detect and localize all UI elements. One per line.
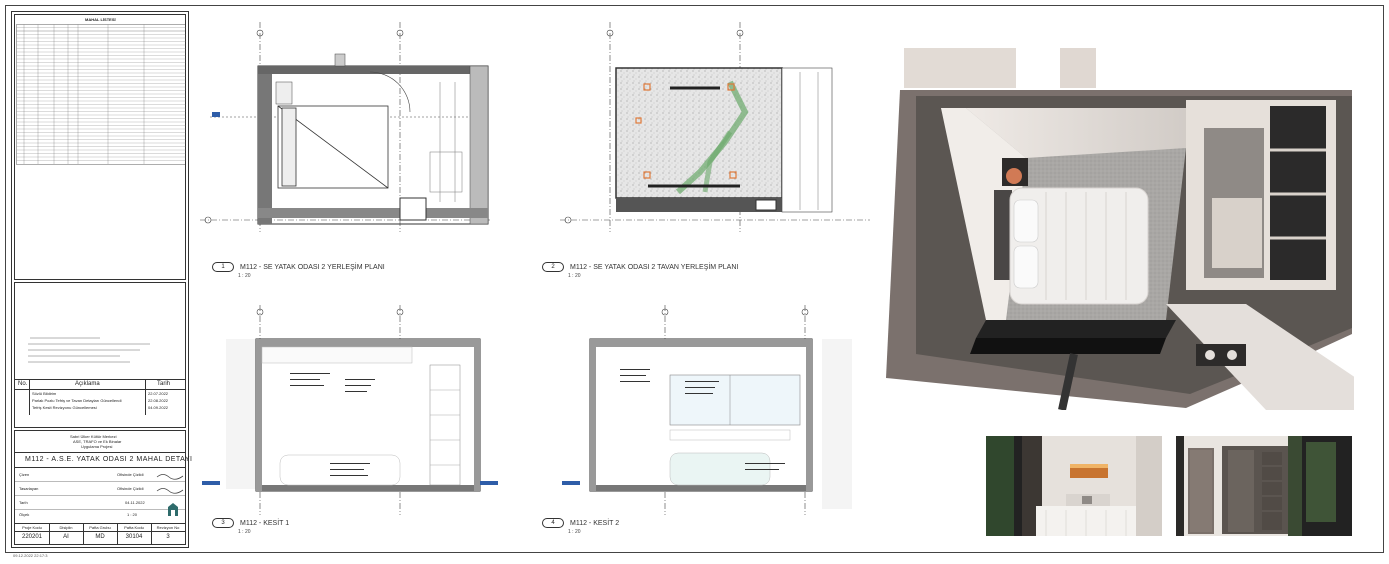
view-title-3: 3 M112 - KESİT 1 bbox=[212, 518, 289, 528]
view-title-1: 1 M112 - SE YATAK ODASI 2 YERLEŞİM PLANI bbox=[212, 262, 385, 272]
bedroom-render-bed bbox=[986, 436, 1162, 536]
discipline-header: Disiplin bbox=[59, 525, 73, 530]
signature-scribble bbox=[156, 474, 184, 480]
sheet-title: M112 - A.S.E. YATAK ODASI 2 MAHAL DETAYI bbox=[25, 456, 193, 463]
drawn-by-value: Ofisinde Çizildi bbox=[117, 472, 144, 477]
revision-row: Tefriş Kesit Revizyonu Güncellemesi 04.0… bbox=[32, 405, 169, 410]
discipline-value: AI bbox=[63, 534, 69, 540]
general-notes bbox=[28, 337, 150, 363]
project-line: Uygulama Projesi bbox=[81, 444, 113, 449]
view-name: M112 - SE YATAK ODASI 2 YERLEŞİM PLANI bbox=[240, 263, 385, 271]
designed-by-value: Ofisinde Çizildi bbox=[117, 486, 144, 491]
sheet-group-value: MD bbox=[95, 534, 105, 540]
schedule-table bbox=[16, 24, 186, 165]
view-scale: 1 : 20 bbox=[568, 273, 581, 279]
section-2-drawing bbox=[562, 305, 852, 515]
date-value: 04.11.2022 bbox=[125, 500, 145, 505]
view-number: 4 bbox=[542, 518, 564, 528]
sheet-footer: Proje Kodu Disiplin Pafta Grubu Pafta Ko… bbox=[15, 523, 185, 544]
view-name: M112 - KESİT 2 bbox=[570, 519, 620, 527]
revision-row: Parlak Pozlu Tefriş ve Tavan Detayları G… bbox=[32, 398, 169, 403]
lamp-icon bbox=[1006, 168, 1022, 184]
view-number: 1 bbox=[212, 262, 234, 272]
view-title-2: 2 M112 - SE YATAK ODASI 2 TAVAN YERLEŞİM… bbox=[542, 262, 738, 272]
signature-scribble bbox=[156, 488, 184, 494]
view-number: 2 bbox=[542, 262, 564, 272]
view-scale: 1 : 20 bbox=[568, 529, 581, 535]
view-title-4: 4 M112 - KESİT 2 bbox=[542, 518, 619, 528]
project-info: Sabri Ülker Kültür Merkezi ASE, TRAFO ve… bbox=[14, 430, 192, 545]
view-number: 3 bbox=[212, 518, 234, 528]
schedule-title: MAHAL LİSTESİ bbox=[85, 17, 116, 22]
revision-row: Sözlü Bildirim 22.07.2022 bbox=[32, 391, 169, 396]
floor-plan-drawing bbox=[200, 22, 490, 232]
designed-by-label: Tasarlayan bbox=[19, 486, 39, 491]
notes-col-date: Tarih bbox=[157, 381, 171, 387]
date-label: Tarih bbox=[19, 500, 28, 505]
drawn-by-label: Çizen bbox=[19, 472, 30, 477]
sheet-group-header: Pafta Grubu bbox=[89, 525, 111, 530]
project-code-header: Proje Kodu bbox=[22, 525, 42, 530]
revision-no-header: Revizyon No bbox=[156, 525, 180, 530]
view-name: M112 - KESİT 1 bbox=[240, 519, 290, 527]
sheet-code-value: 30104 bbox=[125, 534, 143, 540]
room-schedule: MAHAL LİSTESİ bbox=[14, 14, 186, 280]
print-stamp: 09.12.2022 22:17:3 bbox=[13, 553, 48, 558]
sheet-code-header: Pafta Kodu bbox=[124, 525, 144, 530]
view-scale: 1 : 20 bbox=[238, 529, 251, 535]
ceiling-plan-drawing bbox=[560, 22, 870, 232]
scale-value: 1 : 20 bbox=[127, 512, 138, 517]
title-block: MAHAL LİSTESİ No. Açıklama Tarih Sözlü B… bbox=[11, 11, 192, 548]
company-logo-icon bbox=[168, 503, 178, 516]
bedroom-render-wardrobe bbox=[1176, 436, 1352, 536]
scale-label: Ölçek bbox=[19, 512, 30, 517]
section-1-drawing bbox=[202, 305, 498, 515]
notes-col-no: No. bbox=[18, 381, 28, 387]
revision-block: No. Açıklama Tarih Sözlü Bildirim 22.07.… bbox=[14, 282, 186, 428]
project-code-value: 220201 bbox=[21, 534, 43, 540]
notes-col-desc: Açıklama bbox=[75, 381, 100, 387]
revision-list: Sözlü Bildirim 22.07.2022 Parlak Pozlu T… bbox=[15, 391, 185, 412]
view-scale: 1 : 20 bbox=[238, 273, 251, 279]
view-name: M112 - SE YATAK ODASI 2 TAVAN YERLEŞİM P… bbox=[570, 263, 739, 271]
room-3d-render bbox=[886, 48, 1354, 410]
revision-no-value: 3 bbox=[166, 534, 170, 540]
